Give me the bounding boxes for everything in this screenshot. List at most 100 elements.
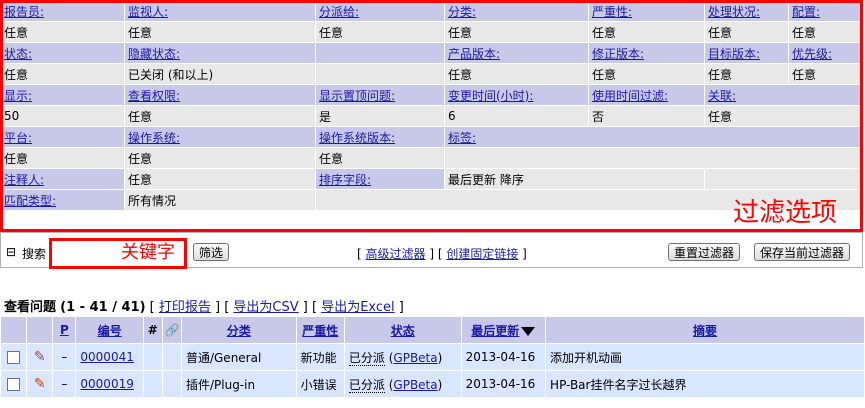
export-csv-link[interactable]: 导出为CSV: [233, 300, 298, 315]
filter-hide-status-link[interactable]: 隐藏状态:: [128, 47, 180, 61]
filter-match-type-link[interactable]: 匹配类型:: [4, 194, 56, 208]
filter-product-version-link[interactable]: 产品版本:: [448, 47, 500, 61]
row-checkbox[interactable]: [7, 378, 21, 391]
filter-value: 任意: [1, 22, 124, 42]
filter-options-caption: 过滤选项: [733, 198, 838, 228]
issue-category: 插件/Plug-in: [181, 371, 296, 397]
filter-date-filter-link[interactable]: 使用时间过滤:: [592, 89, 668, 103]
print-report-link[interactable]: 打印报告: [159, 300, 211, 315]
filter-sort-link[interactable]: 排序字段:: [319, 173, 371, 187]
filter-row-4-headers: 平台: 操作系统: 操作系统版本: 标签:: [1, 127, 863, 147]
issues-header-row: P 编号 # 🔗 分类 严重性 状态 最后更新 摘要: [1, 317, 864, 343]
issues-title: 查看问题: [4, 300, 57, 315]
issues-header: 查看问题 (1 - 41 / 41) [ 打印报告 ] [ 导出为CSV ] […: [4, 300, 404, 315]
priority-column-header[interactable]: P: [60, 323, 69, 337]
table-row: ✎ – 0000019 插件/Plug-in 小错误 已分派 (GPBeta) …: [1, 371, 864, 397]
filter-severity-link[interactable]: 严重性:: [592, 5, 632, 19]
priority-dash-icon: –: [61, 350, 68, 364]
filter-category-link[interactable]: 分类:: [448, 5, 476, 19]
issue-updated: 2013-04-16: [461, 371, 546, 397]
filter-assigned-link[interactable]: 分派给:: [319, 5, 359, 19]
filter-view-state-link[interactable]: 查看权限:: [128, 89, 180, 103]
filter-value: 任意: [316, 148, 444, 168]
filter-platform-link[interactable]: 平台:: [4, 131, 32, 145]
filter-value: 任意: [705, 22, 788, 42]
issue-severity: 小错误: [296, 371, 344, 397]
table-row: ✎ – 0000041 普通/General 新功能 已分派 (GPBeta) …: [1, 344, 864, 370]
filter-note-user-link[interactable]: 注释人:: [4, 173, 44, 187]
reset-filter-button[interactable]: 重置过滤器: [668, 243, 741, 261]
filter-value: 否: [589, 106, 704, 126]
summary-column-header[interactable]: 摘要: [693, 324, 717, 338]
edit-pencil-icon[interactable]: ✎: [34, 376, 46, 392]
filter-fixed-version-link[interactable]: 修正版本:: [592, 47, 644, 61]
filter-value: 任意: [445, 64, 588, 84]
row-checkbox[interactable]: [7, 351, 21, 364]
filter-row-1-headers: 报告员: 监视人: 分派给: 分类: 严重性: 处理状况: 配置:: [1, 1, 863, 21]
issue-updated: 2013-04-16: [461, 344, 546, 370]
issues-range: (1 - 41 / 41): [60, 300, 146, 315]
severity-column-header[interactable]: 严重性: [302, 324, 338, 338]
edit-column: [27, 317, 53, 343]
filter-resolution-link[interactable]: 处理状况:: [708, 5, 760, 19]
filter-value: 任意: [789, 22, 863, 42]
filter-value: 6: [445, 106, 588, 126]
filter-target-version-link[interactable]: 目标版本:: [708, 47, 760, 61]
search-input[interactable]: [54, 243, 118, 261]
filter-empty-cell: [705, 169, 863, 189]
filter-os-link[interactable]: 操作系统:: [128, 131, 180, 145]
filter-value: 任意: [1, 148, 124, 168]
filter-value: 任意: [705, 106, 863, 126]
issues-table: P 编号 # 🔗 分类 严重性 状态 最后更新 摘要 ✎ – 0000041 普…: [0, 316, 865, 398]
attachment-icon: 🔗: [162, 317, 181, 343]
filter-value: 任意: [125, 106, 315, 126]
filter-value: 任意: [125, 148, 315, 168]
sort-desc-icon: [521, 326, 536, 336]
search-label: 搜索: [22, 247, 47, 261]
issue-assignee-link[interactable]: GPBeta: [393, 378, 437, 392]
filter-monitor-link[interactable]: 监视人:: [128, 5, 168, 19]
filter-relationship-link[interactable]: 关联:: [708, 89, 736, 103]
id-column-header[interactable]: 编号: [98, 324, 122, 338]
advanced-filter-link[interactable]: 高级过滤器: [366, 247, 426, 261]
issue-assignee-link[interactable]: GPBeta: [393, 351, 437, 365]
issue-summary: HP-Bar挂件名字过长越界: [546, 371, 864, 397]
filter-row-4-values: 任意 任意 任意: [1, 148, 863, 168]
filter-empty-cell: [316, 43, 444, 63]
status-column-header[interactable]: 状态: [391, 324, 415, 338]
collapse-toggle-icon[interactable]: ⊟: [6, 245, 16, 259]
filter-row-3-values: 50 任意 是 6 否 任意: [1, 106, 863, 126]
category-column-header[interactable]: 分类: [227, 324, 251, 338]
filter-button[interactable]: 筛选: [193, 243, 230, 261]
issue-severity: 新功能: [296, 344, 344, 370]
filter-value: 任意: [316, 22, 444, 42]
filter-value: 已关闭 (和以上): [125, 64, 315, 84]
filter-status-link[interactable]: 状态:: [4, 47, 32, 61]
filter-reporter-link[interactable]: 报告员:: [4, 5, 44, 19]
filter-value: 最后更新 降序: [445, 169, 704, 189]
filter-os-build-link[interactable]: 操作系统版本:: [319, 131, 395, 145]
create-permalink-link[interactable]: 创建固定链接: [446, 247, 518, 261]
filter-show-link[interactable]: 显示:: [4, 89, 32, 103]
keyword-caption: 关键字: [121, 242, 175, 263]
filter-empty-cell: [445, 148, 863, 168]
filter-sticky-link[interactable]: 显示置顶问题:: [319, 89, 395, 103]
filter-tags-link[interactable]: 标签:: [448, 131, 476, 145]
filter-row-1-values: 任意 任意 任意 任意 任意 任意 任意: [1, 22, 863, 42]
export-excel-link[interactable]: 导出为Excel: [321, 300, 394, 315]
filter-value: 任意: [125, 22, 315, 42]
filter-value: 所有情况: [125, 190, 315, 210]
issue-id-link[interactable]: 0000019: [80, 377, 133, 391]
issue-summary: 添加开机动画: [546, 344, 864, 370]
filter-changed-link[interactable]: 变更时间(小时):: [448, 89, 533, 103]
issue-id-link[interactable]: 0000041: [80, 350, 133, 364]
filter-profile-link[interactable]: 配置:: [792, 5, 820, 19]
filter-row-2-values: 任意 已关闭 (和以上) 任意 任意 任意 任意: [1, 64, 863, 84]
filter-value: 任意: [1, 64, 124, 84]
updated-column-header[interactable]: 最后更新: [471, 324, 519, 338]
filter-options-table: 报告员: 监视人: 分派给: 分类: 严重性: 处理状况: 配置: 任意 任意 …: [0, 0, 864, 211]
filter-priority-link[interactable]: 优先级:: [792, 47, 832, 61]
filter-value: 任意: [705, 64, 788, 84]
edit-pencil-icon[interactable]: ✎: [34, 349, 46, 365]
save-filter-button[interactable]: 保存当前过滤器: [754, 243, 851, 261]
